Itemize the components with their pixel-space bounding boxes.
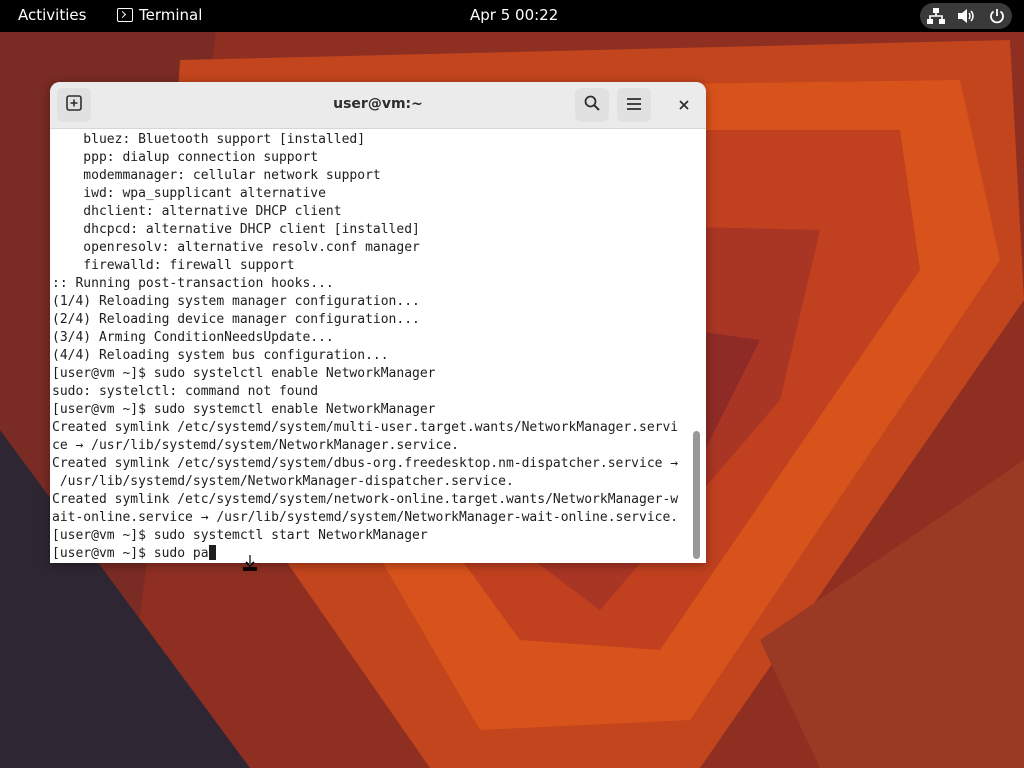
terminal-app-icon xyxy=(117,8,133,22)
terminal-line: modemmanager: cellular network support xyxy=(52,168,381,183)
terminal-line: Created symlink /etc/systemd/system/mult… xyxy=(52,420,679,435)
terminal-prompt-line[interactable]: [user@vm ~]$ sudo pa xyxy=(52,545,678,563)
hamburger-menu-icon xyxy=(626,96,642,115)
search-button[interactable] xyxy=(575,88,609,122)
terminal-line: dhcpcd: alternative DHCP client [install… xyxy=(52,222,420,237)
system-status-menu[interactable] xyxy=(920,3,1012,29)
close-icon xyxy=(678,96,690,115)
mouse-pointer-icon xyxy=(243,555,257,571)
terminal-output[interactable]: bluez: Bluetooth support [installed] ppp… xyxy=(50,129,690,563)
close-window-button[interactable] xyxy=(667,88,701,122)
terminal-line: [user@vm ~]$ sudo systelctl enable Netwo… xyxy=(52,366,436,381)
terminal-line: (1/4) Reloading system manager configura… xyxy=(52,294,420,309)
power-icon xyxy=(989,8,1005,24)
terminal-line: [user@vm ~]$ sudo systemctl start Networ… xyxy=(52,528,428,543)
clock[interactable]: Apr 5 00:22 xyxy=(470,6,558,24)
terminal-text: bluez: Bluetooth support [installed] ppp… xyxy=(52,131,678,563)
terminal-scrollbar[interactable] xyxy=(693,431,700,559)
text-cursor xyxy=(208,545,216,560)
terminal-line: sudo: systelctl: command not found xyxy=(52,384,319,399)
terminal-line: bluez: Bluetooth support [installed] xyxy=(52,132,366,147)
terminal-line: [user@vm ~]$ sudo systemctl enable Netwo… xyxy=(52,402,436,417)
terminal-line: (4/4) Reloading system bus configuration… xyxy=(52,348,389,363)
terminal-line: :: Running post-transaction hooks... xyxy=(52,276,334,291)
volume-icon xyxy=(957,8,976,24)
terminal-line: ppp: dialup connection support xyxy=(52,150,319,165)
terminal-window[interactable]: user@vm:~ bluez: Bluetooth support [inst… xyxy=(50,82,706,563)
top-bar: Activities Terminal Apr 5 00:22 xyxy=(0,0,1024,32)
terminal-line: dhclient: alternative DHCP client xyxy=(52,204,342,219)
activities-button[interactable]: Activities xyxy=(18,6,86,24)
terminal-prompt: [user@vm ~]$ sudo pa xyxy=(52,546,209,561)
terminal-line: openresolv: alternative resolv.conf mana… xyxy=(52,240,420,255)
terminal-line: iwd: wpa_supplicant alternative xyxy=(52,186,326,201)
terminal-line: Created symlink /etc/systemd/system/netw… xyxy=(52,492,679,507)
terminal-line: /usr/lib/systemd/system/NetworkManager-d… xyxy=(52,474,514,489)
terminal-line: ce → /usr/lib/systemd/system/NetworkMana… xyxy=(52,438,459,453)
window-headerbar[interactable]: user@vm:~ xyxy=(50,82,706,129)
app-menu[interactable]: Terminal xyxy=(117,6,202,24)
terminal-line: (2/4) Reloading device manager configura… xyxy=(52,312,420,327)
search-icon xyxy=(584,95,600,115)
terminal-line: Created symlink /etc/systemd/system/dbus… xyxy=(52,456,679,471)
main-menu-button[interactable] xyxy=(617,88,651,122)
network-icon xyxy=(926,8,945,24)
terminal-line: ait-online.service → /usr/lib/systemd/sy… xyxy=(52,510,679,525)
app-menu-label: Terminal xyxy=(139,6,203,24)
terminal-line: (3/4) Arming ConditionNeedsUpdate... xyxy=(52,330,334,345)
terminal-line: firewalld: firewall support xyxy=(52,258,295,273)
